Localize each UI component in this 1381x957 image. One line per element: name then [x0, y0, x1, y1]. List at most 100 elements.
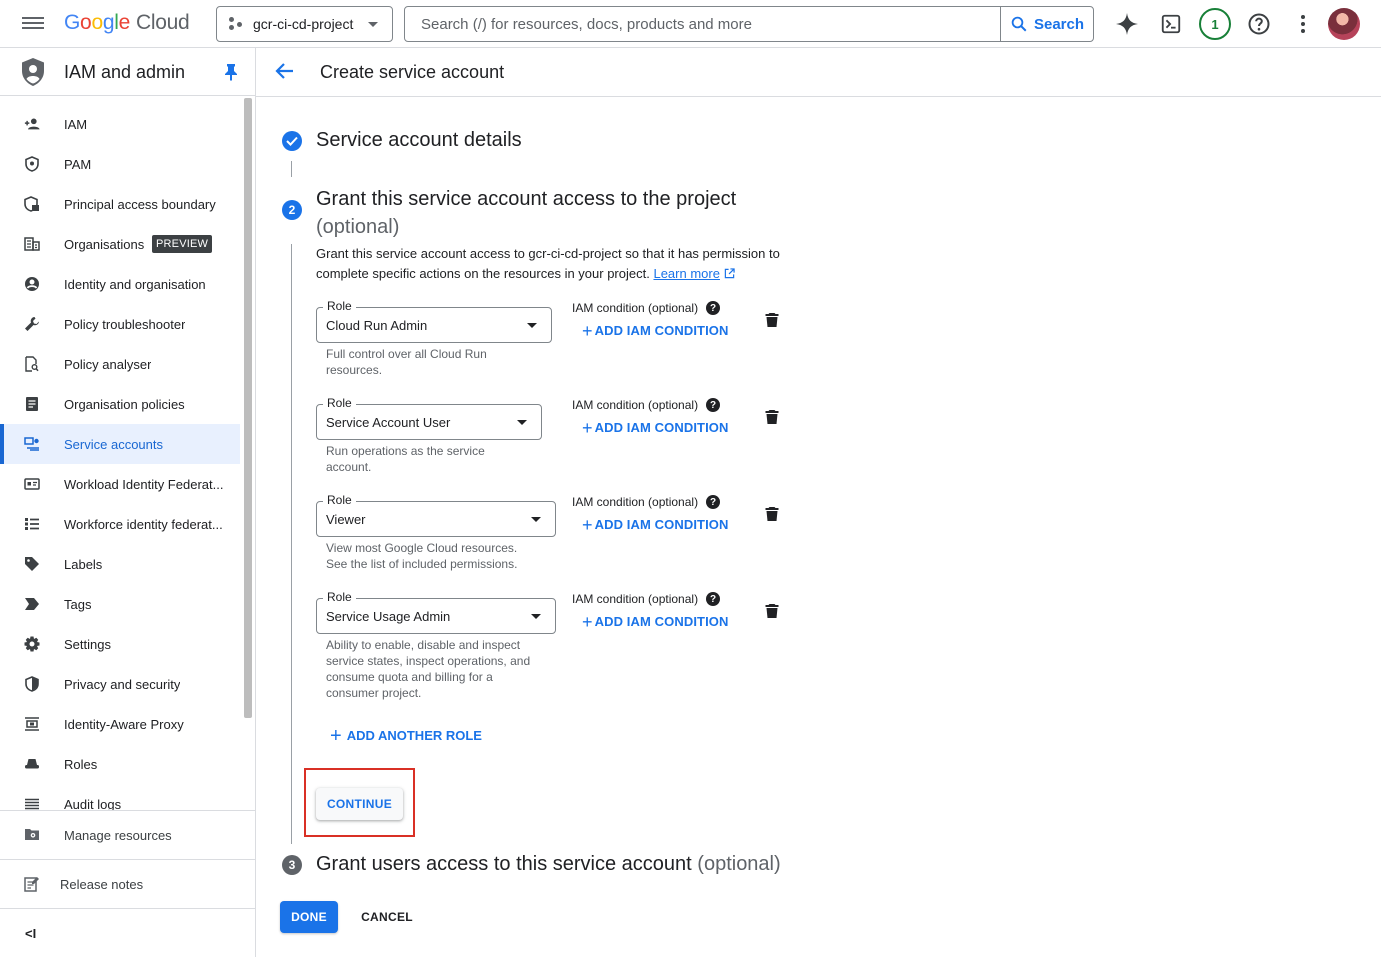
back-arrow-icon[interactable] [274, 60, 296, 82]
list-icon [24, 516, 40, 532]
top-bar: GoogleCloud gcr-ci-cd-project Search 1 [0, 0, 1381, 48]
learn-more-label: Learn more [653, 266, 720, 281]
sidebar-item-identity-and-organisation[interactable]: Identity and organisation [0, 264, 240, 304]
release-notes-label: Release notes [60, 877, 144, 892]
collapse-sidebar-button[interactable]: <I [0, 908, 256, 957]
delete-role-icon[interactable] [765, 603, 779, 619]
external-link-icon [724, 268, 735, 279]
sidebar-item-roles[interactable]: Roles [0, 744, 240, 784]
help-circle-icon[interactable]: ? [706, 592, 721, 606]
add-iam-condition-label: ADD IAM CONDITION [594, 420, 729, 435]
sidebar-item-workforce-identity-federation[interactable]: Workforce identity federat... [0, 504, 240, 544]
cancel-button[interactable]: CANCEL [352, 901, 422, 933]
add-iam-condition-label: ADD IAM CONDITION [594, 517, 729, 532]
iam-condition-label: IAM condition (optional)? [572, 398, 721, 412]
search-input[interactable] [405, 7, 1000, 41]
sidebar-item-label: Settings [64, 637, 111, 652]
delete-role-icon[interactable] [765, 312, 779, 328]
sidebar-item-organisations[interactable]: Organisations PREVIEW [0, 224, 240, 264]
label-tag-icon [24, 556, 40, 572]
document-list-icon [24, 396, 40, 412]
release-notes-link[interactable]: Release notes [0, 859, 256, 909]
step2-number-badge: 2 [282, 200, 302, 220]
search-icon [1011, 16, 1027, 32]
role-legend: Role [323, 396, 356, 410]
sidebar-item-workload-identity-federation[interactable]: Workload Identity Federat... [0, 464, 240, 504]
page-title: Create service account [320, 62, 505, 82]
step3-number-badge: 3 [282, 855, 302, 875]
step3-optional: (optional) [697, 853, 781, 875]
sidebar-item-label: Workload Identity Federat... [64, 477, 224, 492]
search-button[interactable]: Search [1000, 7, 1093, 41]
notifications-badge[interactable]: 1 [1199, 8, 1231, 40]
wrench-icon [24, 316, 40, 332]
iam-condition-text: IAM condition (optional) [572, 398, 699, 412]
done-button[interactable]: DONE [280, 901, 338, 933]
sidebar-item-labels[interactable]: Labels [0, 544, 240, 584]
plus-icon: + [582, 611, 593, 632]
project-picker[interactable]: gcr-ci-cd-project [216, 6, 393, 42]
plus-icon: + [330, 724, 342, 747]
sidebar-item-policy-analyser[interactable]: Policy analyser [0, 344, 240, 384]
learn-more-link[interactable]: Learn more [653, 266, 719, 281]
folder-gear-icon [25, 829, 39, 840]
role-select-4[interactable]: Role Service Usage Admin [316, 590, 556, 634]
pin-icon[interactable] [224, 63, 238, 81]
step1-title[interactable]: Service account details [316, 129, 522, 152]
lines-icon [24, 796, 40, 810]
add-another-role-button[interactable]: + ADD ANOTHER ROLE [330, 724, 482, 747]
role-select-2[interactable]: Role Service Account User [316, 396, 542, 440]
step2-title: Grant this service account access to the… [316, 185, 796, 241]
continue-button[interactable]: CONTINUE [316, 788, 403, 820]
role-select-3[interactable]: Role Viewer [316, 493, 556, 537]
sidebar-item-principal-access-boundary[interactable]: Principal access boundary [0, 184, 240, 224]
gemini-sparkle-icon[interactable] [1113, 10, 1141, 38]
iam-condition-label: IAM condition (optional)? [572, 301, 721, 315]
delete-role-icon[interactable] [765, 409, 779, 425]
account-avatar[interactable] [1328, 8, 1360, 40]
sidebar-item-organisation-policies[interactable]: Organisation policies [0, 384, 240, 424]
manage-resources-link[interactable]: Manage resources [0, 810, 256, 860]
step-connector [291, 161, 292, 177]
add-iam-condition-button[interactable]: + ADD IAM CONDITION [582, 320, 728, 341]
sidebar-item-audit-logs[interactable]: Audit logs [0, 784, 240, 810]
project-name: gcr-ci-cd-project [253, 16, 354, 32]
help-circle-icon[interactable]: ? [706, 398, 721, 412]
sidebar-item-service-accounts[interactable]: Service accounts [0, 424, 240, 464]
cloud-shell-terminal-icon[interactable] [1157, 10, 1185, 38]
help-circle-icon[interactable]: ? [706, 301, 721, 315]
sidebar-item-label: Principal access boundary [64, 197, 216, 212]
sidebar-item-label: Roles [64, 757, 98, 772]
google-cloud-logo[interactable]: Google Cloud [64, 11, 190, 35]
sidebar-item-privacy-and-security[interactable]: Privacy and security [0, 664, 240, 704]
add-another-role-label: ADD ANOTHER ROLE [346, 728, 482, 743]
add-iam-condition-button[interactable]: + ADD IAM CONDITION [582, 611, 728, 632]
main-menu-icon[interactable] [22, 14, 44, 34]
sidebar-scrollbar[interactable] [244, 98, 252, 718]
step2-title-text: Grant this service account access to the… [316, 188, 737, 210]
help-icon[interactable] [1245, 10, 1273, 38]
proxy-icon [24, 716, 40, 732]
iam-condition-text: IAM condition (optional) [572, 592, 699, 606]
more-vert-icon[interactable] [1289, 10, 1317, 38]
step3-title[interactable]: Grant users access to this service accou… [316, 853, 781, 876]
sidebar-item-tags[interactable]: Tags [0, 584, 240, 624]
release-notes-icon [24, 877, 39, 892]
iam-condition-text: IAM condition (optional) [572, 495, 699, 509]
sidebar-item-pam[interactable]: PAM [0, 144, 240, 184]
role-select-1[interactable]: Role Cloud Run Admin [316, 299, 552, 343]
delete-role-icon[interactable] [765, 506, 779, 522]
search-bar: Search [404, 6, 1094, 42]
sidebar-item-iam[interactable]: IAM [0, 104, 240, 144]
sidebar-item-label: Identity-Aware Proxy [64, 717, 184, 732]
add-iam-condition-button[interactable]: + ADD IAM CONDITION [582, 417, 729, 438]
chevron-down-icon [368, 22, 378, 27]
plus-icon: + [582, 417, 593, 438]
sidebar-item-identity-aware-proxy[interactable]: Identity-Aware Proxy [0, 704, 240, 744]
manage-resources-label: Manage resources [64, 828, 172, 843]
plus-icon: + [582, 320, 593, 341]
sidebar-item-policy-troubleshooter[interactable]: Policy troubleshooter [0, 304, 240, 344]
add-iam-condition-button[interactable]: + ADD IAM CONDITION [582, 516, 729, 534]
help-circle-icon[interactable]: ? [706, 495, 721, 509]
sidebar-item-settings[interactable]: Settings [0, 624, 240, 664]
